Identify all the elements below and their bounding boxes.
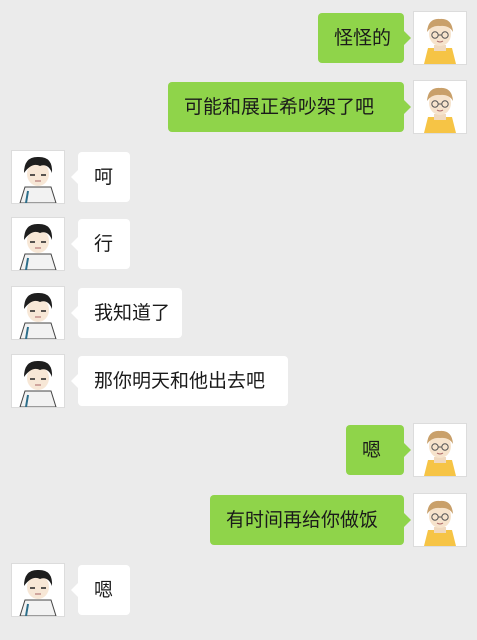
message-bubble-outgoing[interactable]: 嗯 (346, 425, 411, 475)
dark-hair-boy-avatar[interactable] (11, 286, 65, 340)
dark-hair-boy-avatar[interactable] (11, 563, 65, 617)
message-row-outgoing: 可能和展正希吵架了吧 (0, 80, 477, 136)
message-row-incoming: 我知道了 (0, 286, 477, 342)
message-row-incoming: 行 (0, 217, 477, 273)
message-row-outgoing: 嗯 (0, 423, 477, 479)
message-bubble-incoming[interactable]: 那你明天和他出去吧 (71, 356, 288, 406)
message-row-outgoing: 有时间再给你做饭 (0, 493, 477, 549)
message-bubble-outgoing[interactable]: 可能和展正希吵架了吧 (168, 82, 411, 132)
message-row-incoming: 呵 (0, 150, 477, 206)
message-bubble-incoming[interactable]: 嗯 (71, 565, 130, 615)
chat-area[interactable]: 怪怪的 可能和展正希吵架了吧 呵 行 我知道了 那你明天和他出去吧 嗯 有时间再… (0, 0, 477, 640)
blond-boy-avatar[interactable] (413, 493, 467, 547)
message-bubble-outgoing[interactable]: 有时间再给你做饭 (210, 495, 411, 545)
message-bubble-incoming[interactable]: 行 (71, 219, 130, 269)
message-row-incoming: 嗯 (0, 563, 477, 619)
dark-hair-boy-avatar[interactable] (11, 217, 65, 271)
message-bubble-incoming[interactable]: 呵 (71, 152, 130, 202)
dark-hair-boy-avatar[interactable] (11, 150, 65, 204)
blond-boy-avatar[interactable] (413, 80, 467, 134)
message-bubble-incoming[interactable]: 我知道了 (71, 288, 182, 338)
blond-boy-avatar[interactable] (413, 11, 467, 65)
blond-boy-avatar[interactable] (413, 423, 467, 477)
message-row-incoming: 那你明天和他出去吧 (0, 354, 477, 410)
dark-hair-boy-avatar[interactable] (11, 354, 65, 408)
message-row-outgoing: 怪怪的 (0, 11, 477, 67)
message-bubble-outgoing[interactable]: 怪怪的 (318, 13, 411, 63)
